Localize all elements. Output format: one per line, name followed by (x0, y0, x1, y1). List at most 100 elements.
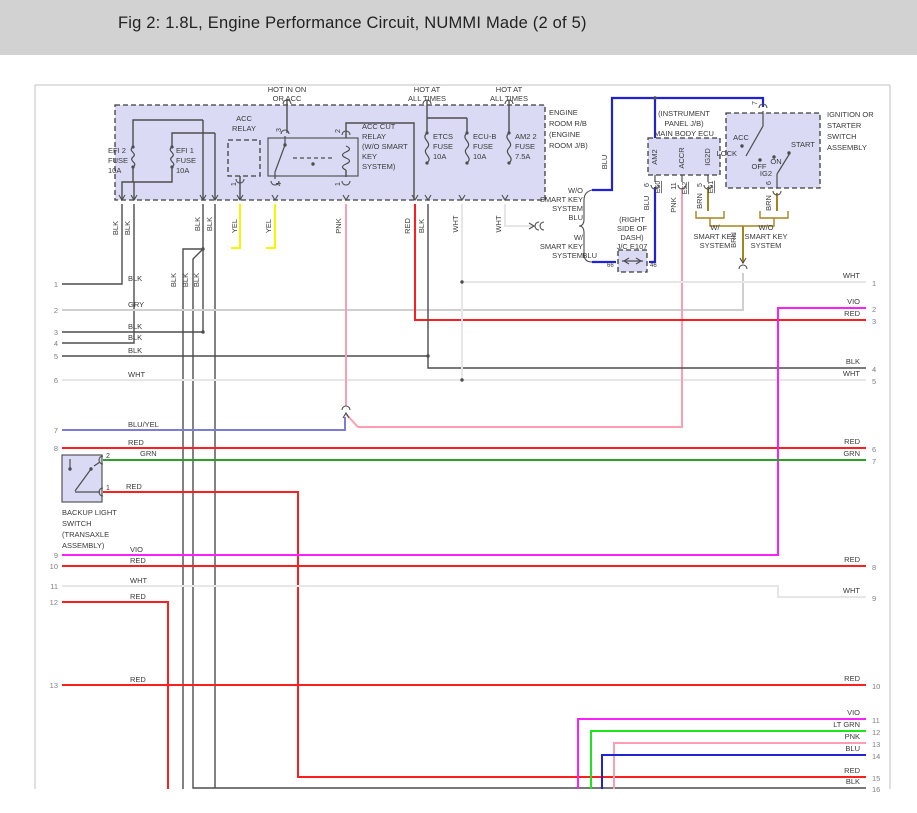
wire-label: ETCS (433, 132, 453, 141)
wire-label: BRN (695, 193, 704, 209)
wire-label: 6 (644, 183, 651, 187)
wire-label: 10A (108, 166, 121, 175)
wire-label: 13 (872, 740, 880, 749)
wire-label: 11 (671, 182, 678, 189)
wire-label: YEL (230, 219, 239, 233)
fuse-terminal (425, 131, 429, 135)
junction-dot (201, 247, 205, 251)
wire-label: WHT (451, 215, 460, 232)
wire (601, 754, 866, 789)
wire-label: RED (126, 482, 142, 491)
wire-label: SMART KEY (540, 242, 583, 251)
wire-label: BLK (181, 273, 190, 287)
wire-label: BACKUP LIGHT (62, 508, 117, 517)
wire-label: BLK (128, 322, 142, 331)
wire-label: ECU-B (473, 132, 496, 141)
wire-label: RED (844, 555, 860, 564)
wire-label: RED (844, 766, 860, 775)
wire-label: 2 (335, 129, 342, 133)
connector-arc-icon (341, 405, 351, 411)
wire-label: PNK (669, 197, 678, 212)
wire-label: SWITCH (827, 132, 857, 141)
connector-arc-icon (738, 264, 748, 270)
wire-label: (RIGHT (619, 215, 645, 224)
wire-label: KEY (362, 152, 377, 161)
wire-label: RED (128, 438, 144, 447)
wire-label: BLU (642, 196, 651, 211)
wire-label: 3 (872, 317, 876, 326)
wire-label: ACC CUT (362, 122, 396, 131)
wire-label: BLK (846, 777, 860, 786)
wire-label: GRN (140, 449, 157, 458)
wire-label: BLK (128, 333, 142, 342)
wire-label: 3 (276, 128, 283, 132)
wire-label: SIDE OF (617, 224, 647, 233)
wire-label: SYSTEM) (362, 162, 396, 171)
wire-label: BLK (128, 346, 142, 355)
wire-label: RED (844, 674, 860, 683)
wire-label: SMART KEY (540, 195, 583, 204)
wire-label: OR ACC (273, 94, 302, 103)
fuse-terminal (131, 165, 135, 169)
wire (62, 417, 346, 431)
wire-label: HOT AT (496, 85, 523, 94)
wire-label: 10A (176, 166, 189, 175)
wire-label: RED (844, 437, 860, 446)
fuse-terminal (465, 161, 469, 165)
wire-label: PNK (845, 732, 860, 741)
junction-dot (740, 144, 744, 148)
wire-label: 7 (54, 426, 58, 435)
wire (504, 204, 535, 227)
diagram-svg: HOT IN ONOR ACCHOT ATALL TIMESHOT ATALL … (34, 84, 891, 794)
wire-label: 4 (276, 182, 283, 186)
wire-label: W/O (568, 186, 583, 195)
junction-dot (460, 280, 464, 284)
wire-label: BLK (846, 357, 860, 366)
wire-label: ACC (733, 133, 749, 142)
junction-dot (787, 151, 791, 155)
wire-label: (W/O SMART (362, 142, 408, 151)
junction-dot (89, 467, 93, 471)
wire-label: W/ (710, 223, 720, 232)
wire-label: 7.5A (515, 152, 530, 161)
wire-label: BLK (192, 273, 201, 287)
wire-label: ACC (236, 114, 252, 123)
wire-label: FUSE (473, 142, 493, 151)
wire-label: 5 (697, 183, 704, 187)
wire-label: J/C E107 (617, 242, 648, 251)
wire-label: (TRANSAXLE (62, 530, 109, 539)
wire-label: SYSTEM (552, 204, 583, 213)
wire-label: BLU (568, 213, 583, 222)
junction-dot (201, 330, 205, 334)
wire-label: EFI 2 (108, 146, 126, 155)
wire-label: 2 (872, 305, 876, 314)
wire-label: LOCK (717, 149, 737, 158)
wiring-diagram-canvas: HOT IN ON OR ACC HOT AT ALL TIMES HOT AT ALL … (0, 55, 917, 808)
wire-label: SYSTEM (751, 241, 782, 250)
wire-label: BLU (600, 155, 609, 170)
wire-label: WHT (843, 586, 860, 595)
wire-label: MAIN BODY ECU (654, 129, 714, 138)
wire-label: SMART KEY (744, 232, 787, 241)
wire-label: BLK (123, 221, 132, 235)
wire-label: 6 (872, 445, 876, 454)
wire-label: (ENGINE (549, 130, 580, 139)
fuse-terminal (170, 145, 174, 149)
wire-label: SWITCH (62, 519, 92, 528)
wire-label: 6 (766, 181, 773, 185)
wire-label: GRY (128, 300, 144, 309)
wire-label: 12 (872, 728, 880, 737)
wire-label: 7 (752, 101, 759, 105)
wire-label: IG2 (760, 169, 772, 178)
junction-dot (426, 354, 430, 358)
wire-label: ACCR (677, 147, 686, 169)
wire-label: START (791, 140, 815, 149)
wire (590, 730, 866, 789)
wire-label: BLK (169, 273, 178, 287)
wire-label: HOT IN ON (268, 85, 307, 94)
wire-label: ALL TIMES (490, 94, 528, 103)
wire-label: VIO (130, 545, 143, 554)
wire-label: SYSTEM (552, 251, 583, 260)
wire-label: VIO (847, 708, 860, 717)
page-title: Fig 2: 1.8L, Engine Performance Circuit,… (118, 14, 587, 32)
